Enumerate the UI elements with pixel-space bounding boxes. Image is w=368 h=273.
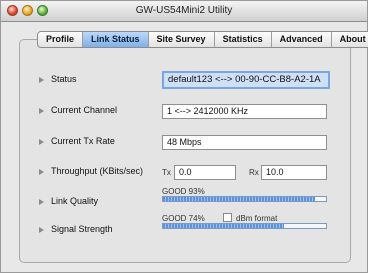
tab-about[interactable]: About	[332, 32, 368, 47]
tab-profile[interactable]: Profile	[38, 32, 84, 47]
throughput-label: Throughput (KBits/sec)	[51, 166, 144, 176]
link-quality-arrow-icon	[39, 199, 44, 205]
rx-label: Rx	[249, 168, 259, 177]
signal-strength-bar-fill	[163, 224, 284, 228]
tab-advanced[interactable]: Advanced	[272, 32, 332, 47]
current-channel-label: Current Channel	[51, 105, 118, 115]
status-field: default123 <--> 00-90-CC-B8-A2-1A	[162, 71, 330, 89]
rx-throughput-field: 10.0	[261, 165, 327, 180]
title-bar: GW-US54Mini2 Utility	[1, 1, 367, 22]
current-tx-rate-field: 48 Mbps	[162, 135, 327, 150]
status-label: Status	[51, 74, 77, 84]
signal-strength-bar	[162, 223, 327, 229]
throughput-arrow-icon	[39, 169, 44, 175]
link-quality-text: GOOD 93%	[162, 187, 205, 196]
current-channel-field: 1 <--> 2412000 KHz	[162, 104, 327, 119]
status-arrow-icon	[39, 77, 44, 83]
tx-label: Tx	[162, 168, 171, 177]
tx-rate-arrow-icon	[39, 139, 44, 145]
tx-throughput-field: 0.0	[174, 165, 236, 180]
link-quality-bar-fill	[163, 197, 315, 201]
window-title: GW-US54Mini2 Utility	[135, 5, 233, 16]
channel-arrow-icon	[39, 108, 44, 114]
dbm-format-checkbox[interactable]	[223, 213, 232, 222]
dbm-format-label: dBm format	[236, 214, 278, 223]
tab-statistics[interactable]: Statistics	[215, 32, 272, 47]
link-quality-label: Link Quality	[51, 196, 99, 206]
utility-window: GW-US54Mini2 Utility Profile Link Status…	[0, 0, 368, 273]
tab-link-status[interactable]: Link Status	[83, 32, 149, 47]
current-tx-rate-label: Current Tx Rate	[51, 136, 115, 146]
signal-strength-text: GOOD 74%	[162, 214, 205, 223]
signal-strength-arrow-icon	[39, 227, 44, 233]
tab-site-survey[interactable]: Site Survey	[149, 32, 215, 47]
tab-bar: Profile Link Status Site Survey Statisti…	[37, 31, 368, 48]
link-quality-bar	[162, 196, 327, 202]
signal-strength-label: Signal Strength	[51, 224, 113, 234]
